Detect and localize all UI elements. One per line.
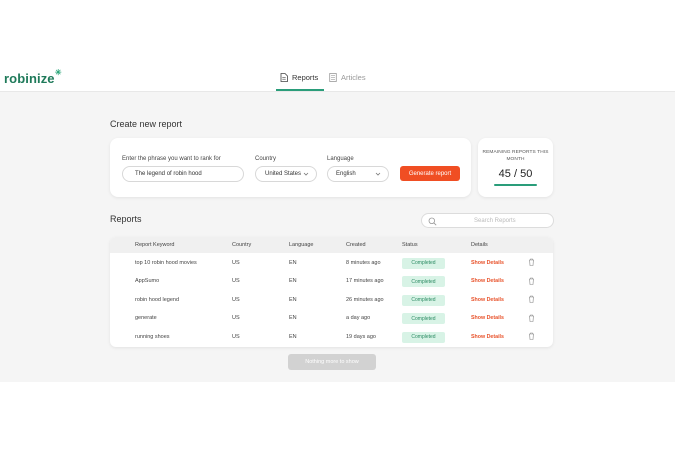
row-language: EN [289,278,297,284]
search-input[interactable]: Search Reports [421,213,554,228]
phrase-label: Enter the phrase you want to rank for [122,156,221,162]
language-select[interactable]: English [327,166,389,182]
status-badge: Completed [402,257,445,269]
sparkle-icon: ✳ [54,68,62,77]
search-placeholder: Search Reports [474,218,516,224]
show-details-link[interactable]: Show Details [471,278,504,284]
chevron-down-icon [303,172,309,176]
reports-table: Report Keyword Country Language Created … [110,237,553,347]
trash-icon[interactable] [528,314,535,322]
nothing-more-button[interactable]: Nothing more to show [288,354,376,370]
row-keyword: top 10 robin hood movies [135,259,197,266]
row-keyword: generate [135,315,157,321]
table-row: running shoes US EN 19 days ago Complete… [110,328,553,347]
status-badge: Completed [402,276,445,287]
row-language: EN [289,315,297,321]
column-header-keyword: Report Keyword [135,242,175,248]
search-icon [428,217,437,226]
row-country: US [232,259,240,266]
remaining-reports-card: REMAINING REPORTS THIS MONTH 45 / 50 [478,138,553,197]
table-row: AppSumo US EN 17 minutes ago Completed S… [110,273,553,292]
generate-report-button[interactable]: Generate report [400,166,460,181]
row-country: US [232,296,240,303]
row-created: 8 minutes ago [346,259,381,266]
row-country: US [232,315,240,321]
table-row: top 10 robin hood movies US EN 8 minutes… [110,254,553,273]
reports-title: Reports [110,214,142,224]
row-created: 17 minutes ago [346,278,384,284]
phrase-input[interactable]: The legend of robin hood [122,166,244,182]
row-language: EN [289,259,297,266]
show-details-link[interactable]: Show Details [471,334,504,340]
trash-icon[interactable] [528,258,535,266]
country-select[interactable]: United States [255,166,317,182]
column-header-language: Language [289,242,314,248]
phrase-value: The legend of robin hood [135,171,202,177]
status-badge: Completed [402,313,445,324]
remaining-progress-bar [494,184,537,186]
column-header-created: Created [346,242,366,248]
logo[interactable]: robinize ✳ [4,68,62,86]
column-header-details: Details [471,242,488,248]
document-icon [280,73,288,82]
row-created: 19 days ago [346,333,376,340]
language-value: English [336,171,356,177]
table-row: robin hood legend US EN 26 minutes ago C… [110,291,553,310]
row-country: US [232,278,240,284]
page: robinize ✳ Reports Articles Create new r… [0,0,675,450]
row-created: a day ago [346,315,371,321]
row-country: US [232,333,240,340]
show-details-link[interactable]: Show Details [471,315,504,321]
row-language: EN [289,333,297,340]
trash-icon[interactable] [528,332,535,340]
remaining-value: 45 / 50 [498,168,533,180]
trash-icon[interactable] [528,277,535,285]
language-label: Language [327,156,354,162]
status-badge: Completed [402,294,445,306]
article-icon [329,73,337,82]
top-header: robinize ✳ Reports Articles [0,62,675,92]
status-badge: Completed [402,331,445,343]
country-value: United States [265,171,302,177]
column-header-country: Country [232,242,252,248]
tab-articles-label: Articles [341,73,366,82]
table-row: generate US EN a day ago Completed Show … [110,310,553,329]
create-report-title: Create new report [110,119,183,129]
active-tab-indicator [276,89,324,91]
row-keyword: AppSumo [135,278,160,284]
row-keyword: running shoes [135,333,170,340]
row-created: 26 minutes ago [346,296,384,303]
column-header-status: Status [402,242,418,248]
tab-reports[interactable]: Reports [280,73,318,82]
logo-text: robinize [4,71,55,86]
tab-reports-label: Reports [292,73,319,82]
chevron-down-icon [375,172,381,176]
row-keyword: robin hood legend [135,296,180,303]
create-report-card: Enter the phrase you want to rank for Th… [110,138,471,197]
remaining-label: REMAINING REPORTS THIS MONTH [482,150,549,162]
trash-icon[interactable] [528,295,535,303]
main-content: Create new report Enter the phrase you w… [0,92,675,382]
country-label: Country [255,156,277,162]
show-details-link[interactable]: Show Details [471,297,504,303]
tab-articles[interactable]: Articles [329,73,366,82]
row-language: EN [289,296,297,303]
show-details-link[interactable]: Show Details [471,260,504,266]
table-header: Report Keyword Country Language Created … [110,237,553,253]
